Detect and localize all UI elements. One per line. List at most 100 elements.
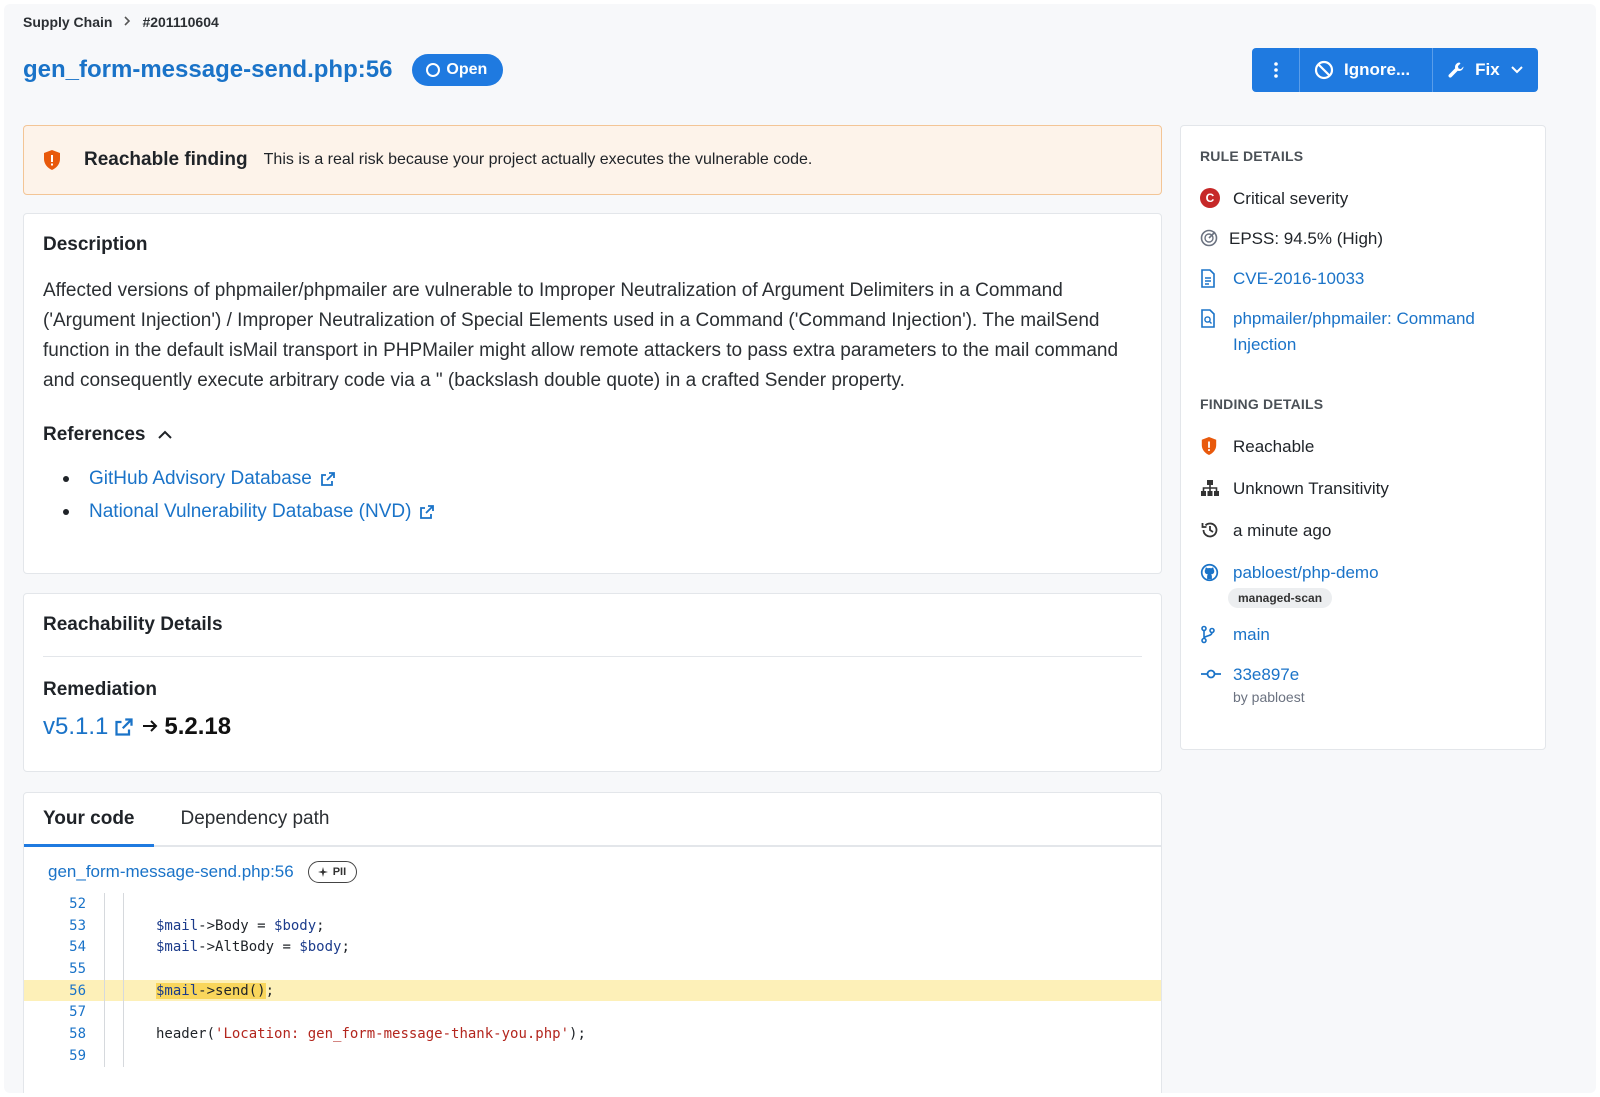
tab-your-code[interactable]: Your code <box>24 793 154 847</box>
fix-button[interactable]: Fix <box>1433 48 1538 92</box>
code-tabs: Your code Dependency path <box>24 793 1161 847</box>
code-line-highlighted: 56 $mail->send(); <box>24 979 1161 1002</box>
external-link-icon <box>320 471 336 487</box>
bullet <box>63 475 69 482</box>
github-icon <box>1200 563 1219 581</box>
chevron-down-icon <box>1510 66 1523 74</box>
code-line: 54 $mail->AltBody = $body; <box>24 936 1161 959</box>
line-number: 53 <box>69 917 86 934</box>
line-number: 58 <box>69 1025 86 1042</box>
reachable-label: Reachable <box>1233 437 1315 456</box>
ignore-label: Ignore... <box>1344 60 1411 79</box>
external-link-icon <box>419 504 435 520</box>
commit-author: by pabloest <box>1233 689 1305 705</box>
ignore-button[interactable]: Ignore... <box>1300 48 1434 92</box>
finding-details-heading: FINDING DETAILS <box>1200 396 1324 412</box>
code-text: $mail->Body = $body; <box>156 917 325 934</box>
history-icon <box>1201 522 1218 538</box>
code-text: header('Location: gen_form-message-thank… <box>156 1025 586 1042</box>
bullet <box>63 508 69 515</box>
breadcrumb-root[interactable]: Supply Chain <box>23 14 112 30</box>
shield-alert-icon <box>44 150 60 170</box>
pii-badge: PII <box>307 861 358 883</box>
code-viewer: 52 53 $mail->Body = $body; 54 $mail->AltBo… <box>24 893 1161 1067</box>
severity-item: C Critical severity <box>1200 186 1526 212</box>
rule-details-heading: RULE DETAILS <box>1200 148 1304 164</box>
details-sidebar: RULE DETAILS C Critical severity EPSS: 9… <box>1180 125 1546 750</box>
reachable-banner: Reachable finding This is a real risk be… <box>23 125 1162 195</box>
time-label: a minute ago <box>1233 521 1332 540</box>
description-text: Affected versions of phpmailer/phpmailer… <box>43 280 1119 391</box>
code-line: 59 <box>24 1044 1161 1067</box>
app-frame: Supply Chain #201110604 gen_form-message… <box>4 4 1596 1093</box>
external-link-icon <box>114 717 134 737</box>
to-version: 5.2.18 <box>164 713 232 740</box>
code-file-link[interactable]: gen_form-message-send.php:56 <box>48 862 294 882</box>
repo-link[interactable]: pabloest/php-demo <box>1233 560 1379 586</box>
chevron-up-icon <box>158 430 173 439</box>
description-card: Description Affected versions of phpmail… <box>23 213 1162 574</box>
page-title[interactable]: gen_form-message-send.php:56 <box>23 56 392 84</box>
branch-link[interactable]: main <box>1233 622 1270 648</box>
cve-link[interactable]: CVE-2016-10033 <box>1233 266 1364 292</box>
line-number: 54 <box>69 939 86 956</box>
ban-icon <box>1314 60 1334 80</box>
advisory-item: phpmailer/phpmailer: Command Injection <box>1200 306 1526 358</box>
description-heading: Description <box>43 234 148 255</box>
sitemap-icon <box>1201 480 1219 496</box>
tab-dependency-path[interactable]: Dependency path <box>162 793 349 845</box>
repo-tag-badge: managed-scan <box>1228 588 1333 608</box>
breadcrumb: Supply Chain #201110604 <box>23 14 219 30</box>
chevron-right-icon <box>122 14 132 30</box>
reachability-heading: Reachability Details <box>43 614 223 635</box>
line-number: 59 <box>69 1047 86 1064</box>
references-toggle[interactable]: References <box>43 424 1142 446</box>
line-number: 56 <box>69 982 86 999</box>
code-line: 52 <box>24 893 1161 915</box>
status-badge[interactable]: Open <box>412 54 504 86</box>
remediation-heading: Remediation <box>43 679 158 700</box>
more-actions-button[interactable] <box>1252 48 1300 92</box>
reachable-item: Reachable <box>1200 434 1526 460</box>
title-row: gen_form-message-send.php:56 Open <box>23 54 504 86</box>
list-item: National Vulnerability Database (NVD) <box>43 495 1142 528</box>
reference-link-nvd[interactable]: National Vulnerability Database (NVD) <box>89 501 411 523</box>
epss-item: EPSS: 94.5% (High) <box>1200 226 1526 252</box>
code-line: 57 <box>24 1001 1161 1024</box>
advisory-link[interactable]: phpmailer/phpmailer: Command Injection <box>1233 306 1523 358</box>
gauge-icon <box>1200 229 1218 247</box>
git-commit-icon <box>1201 669 1221 679</box>
repo-item: pabloest/php-demo <box>1200 560 1526 586</box>
reference-link-github[interactable]: GitHub Advisory Database <box>89 468 312 490</box>
references-heading: References <box>43 424 146 445</box>
code-file-row: gen_form-message-send.php:56 PII <box>48 861 1161 883</box>
code-text: $mail->AltBody = $body; <box>156 939 350 956</box>
file-search-icon <box>1201 308 1215 328</box>
branch-item: main <box>1200 622 1526 648</box>
transitivity-label: Unknown Transitivity <box>1233 479 1389 498</box>
kebab-menu-icon <box>1273 62 1278 78</box>
cve-item: CVE-2016-10033 <box>1200 266 1526 292</box>
code-card: Your code Dependency path gen_form-messa… <box>23 792 1162 1093</box>
breadcrumb-id: #201110604 <box>142 14 219 30</box>
code-line: 55 <box>24 958 1161 980</box>
code-line: 58 header('Location: gen_form-message-tha… <box>24 1023 1161 1045</box>
pii-label: PII <box>332 866 347 878</box>
arrow-right-icon <box>142 716 158 739</box>
wrench-icon <box>1448 62 1464 78</box>
remediation-versions: v5.1.1 5.2.18 <box>43 713 1142 741</box>
severity-label: Critical severity <box>1233 189 1349 208</box>
critical-severity-icon: C <box>1200 188 1220 208</box>
git-branch-icon <box>1201 625 1215 643</box>
commit-link[interactable]: 33e897e <box>1233 665 1299 684</box>
sparkle-icon <box>317 867 328 877</box>
open-circle-icon <box>426 63 441 77</box>
status-label: Open <box>446 61 488 78</box>
code-line: 53 $mail->Body = $body; <box>24 914 1161 937</box>
from-version-link[interactable]: v5.1.1 <box>43 713 108 741</box>
action-button-group: Ignore... Fix <box>1252 48 1538 92</box>
commit-item: 33e897e by pabloest <box>1200 662 1526 706</box>
fix-label: Fix <box>1475 60 1500 79</box>
banner-title: Reachable finding <box>84 149 248 170</box>
list-item: GitHub Advisory Database <box>43 462 1142 495</box>
